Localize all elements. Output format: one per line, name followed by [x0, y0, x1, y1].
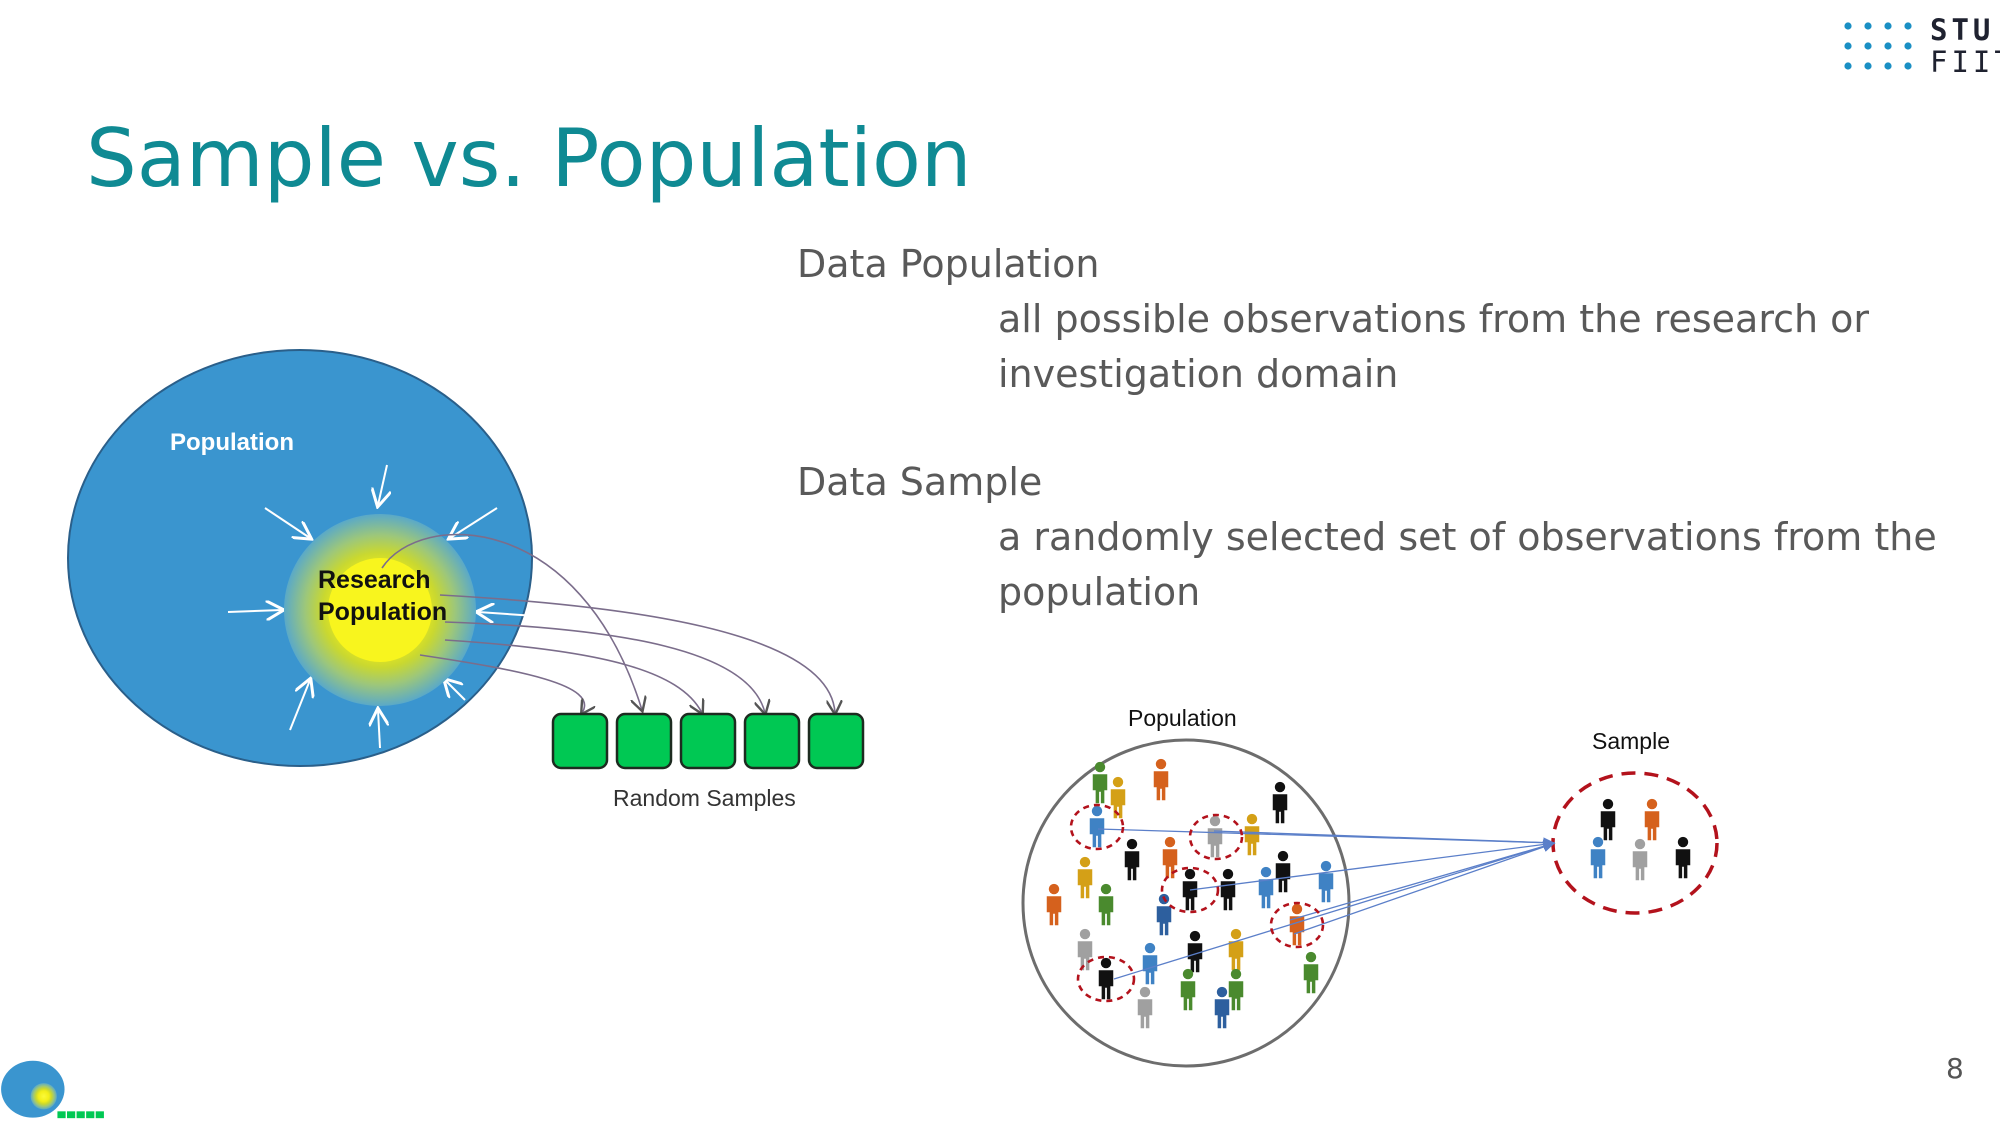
logo-dot: [1864, 22, 1872, 30]
random-samples: [551, 712, 865, 770]
person-icon: [1600, 798, 1616, 841]
page-number: 8: [1946, 1052, 1964, 1085]
term-data-population: Data Population: [797, 242, 1100, 286]
diagram-thumbnail: [1, 1060, 104, 1119]
logo-dot: [1904, 62, 1912, 70]
research-population-diagram: Population Research Population Random Sa…: [67, 349, 865, 811]
logo-dot: [1844, 42, 1852, 50]
logo-dot: [1844, 62, 1852, 70]
person-icon: [1675, 836, 1691, 879]
research-label-line2: Population: [318, 598, 447, 626]
random-sample-box: [551, 712, 609, 770]
person-icon: [1590, 836, 1606, 879]
logo-line-2: FIIT: [1930, 45, 2000, 79]
logo-line-1: STU: [1930, 13, 1995, 47]
logo-dot: [1904, 22, 1912, 30]
logo-dot: [1884, 42, 1892, 50]
random-sample-box: [679, 712, 737, 770]
stu-fiit-logo: STU FIIT: [1930, 14, 2000, 78]
research-label-line1: Research: [318, 566, 431, 594]
logo-dot: [1844, 22, 1852, 30]
logo-dot: [1884, 22, 1892, 30]
random-sample-box: [807, 712, 865, 770]
random-sample-box: [615, 712, 673, 770]
logo-dot: [1864, 42, 1872, 50]
person-icon: [1644, 798, 1660, 841]
description-data-population: all possible observations from the resea…: [998, 297, 1870, 396]
stu-fiit-logo-dots: [1844, 22, 1912, 70]
population-label: Population: [170, 429, 294, 456]
population-sample-people-diagram: Population Sample: [1021, 705, 1719, 1068]
random-samples-label: Random Samples: [613, 785, 796, 811]
slide-title: Sample vs. Population: [86, 112, 972, 205]
random-sample-box: [743, 712, 801, 770]
logo-dot: [1884, 62, 1892, 70]
logo-dot: [1904, 42, 1912, 50]
person-icon: [1632, 838, 1648, 881]
people-population-label: Population: [1128, 705, 1237, 731]
logo-dot: [1864, 62, 1872, 70]
people-sample-label: Sample: [1592, 728, 1670, 754]
description-data-sample: a randomly selected set of observations …: [998, 515, 1937, 614]
sample-people: [1590, 798, 1691, 881]
